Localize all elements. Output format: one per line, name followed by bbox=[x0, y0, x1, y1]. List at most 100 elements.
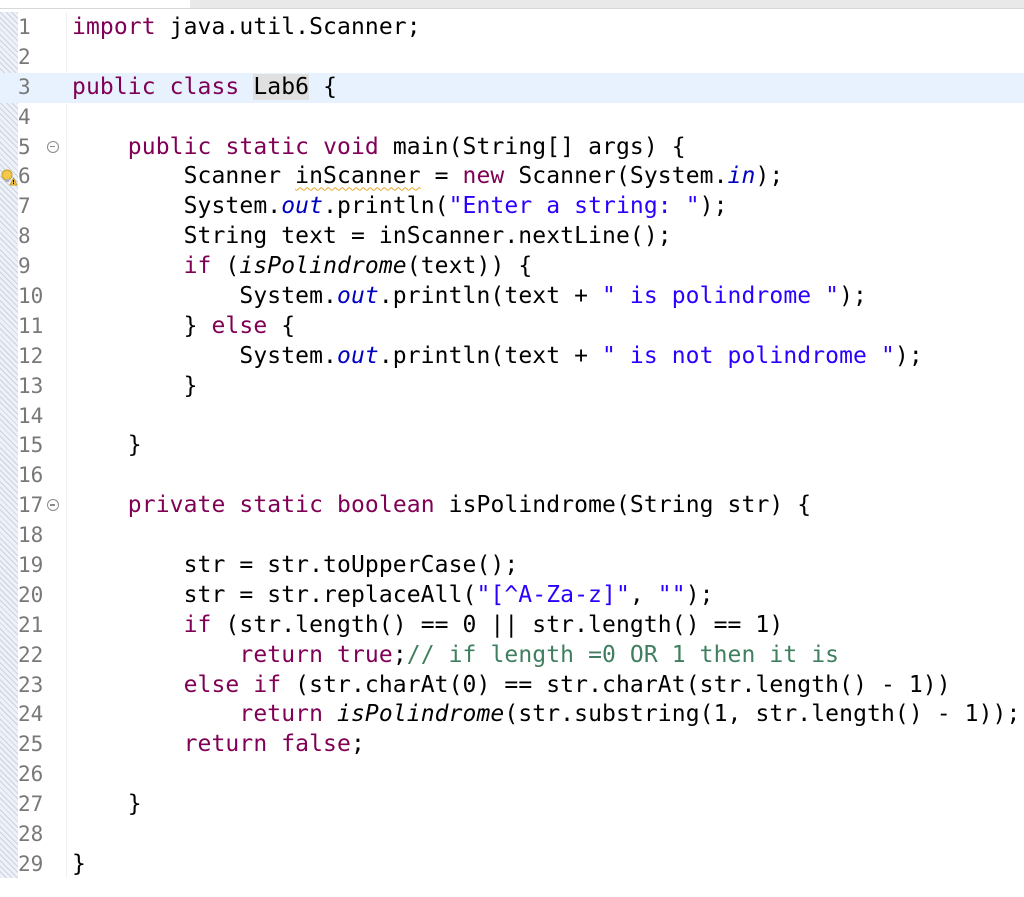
code-line[interactable]: 7 System.out.println("Enter a string: ")… bbox=[0, 192, 1024, 222]
code-token: (str.substring(1, str.length() - 1)); bbox=[504, 701, 1021, 728]
line-number: 14 bbox=[18, 403, 44, 428]
code-line[interactable]: 13 } bbox=[0, 372, 1024, 402]
line-number: 25 bbox=[18, 732, 44, 757]
fold-collapse-icon[interactable] bbox=[47, 499, 59, 512]
code-token: } bbox=[72, 432, 142, 459]
code-text[interactable]: else if (str.charAt(0) == str.charAt(str… bbox=[72, 671, 951, 701]
line-number: 23 bbox=[18, 672, 44, 697]
code-token: false bbox=[281, 731, 351, 758]
code-text[interactable]: System.out.println(text + " is not polin… bbox=[72, 342, 923, 372]
code-text[interactable]: String text = inScanner.nextLine(); bbox=[72, 222, 672, 252]
code-text[interactable]: Scanner inScanner = new Scanner(System.i… bbox=[72, 162, 784, 192]
code-text[interactable]: System.out.println("Enter a string: "); bbox=[72, 192, 728, 222]
code-token: String text = inScanner.nextLine(); bbox=[72, 223, 672, 250]
code-token: } bbox=[72, 791, 142, 818]
code-line[interactable]: 3 public class Lab6 { bbox=[0, 72, 1024, 103]
code-editor[interactable]: 1 import java.util.Scanner; 2 3 public class… bbox=[0, 0, 1024, 897]
code-line[interactable]: 9 if (isPolindrome(text)) { bbox=[0, 252, 1024, 282]
code-line[interactable]: 27 } bbox=[0, 790, 1024, 820]
code-token: boolean bbox=[337, 492, 435, 519]
code-text[interactable]: str = str.replaceAll("[^A-Za-z]", ""); bbox=[72, 581, 714, 611]
code-line[interactable]: 21 if (str.length() == 0 || str.length()… bbox=[0, 611, 1024, 641]
line-number: 3 bbox=[18, 74, 31, 99]
editor-top-border bbox=[0, 0, 1024, 9]
code-text[interactable]: private static boolean isPolindrome(Stri… bbox=[72, 491, 811, 521]
code-line[interactable]: 12 System.out.println(text + " is not po… bbox=[0, 342, 1024, 372]
code-line[interactable]: 25 return false; bbox=[0, 730, 1024, 760]
code-line[interactable]: 22 return true;// if length =0 OR 1 then… bbox=[0, 641, 1024, 671]
code-token: { bbox=[267, 312, 296, 339]
line-number: 2 bbox=[18, 44, 31, 69]
code-text[interactable]: return isPolindrome(str.substring(1, str… bbox=[72, 700, 1020, 730]
line-number: 6 bbox=[18, 164, 31, 189]
code-token: } bbox=[72, 372, 198, 399]
code-token: Scanner(System. bbox=[504, 163, 728, 190]
code-token: new bbox=[462, 163, 505, 190]
code-line[interactable]: 16 bbox=[0, 461, 1024, 491]
line-number: 8 bbox=[18, 224, 31, 249]
code-text[interactable]: return true;// if length =0 OR 1 then it… bbox=[72, 641, 839, 671]
code-text[interactable]: str = str.toUpperCase(); bbox=[72, 551, 519, 581]
code-text[interactable]: } else { bbox=[72, 312, 296, 342]
line-number: 11 bbox=[18, 313, 44, 338]
code-line[interactable]: 18 bbox=[0, 521, 1024, 551]
code-text[interactable]: import java.util.Scanner; bbox=[72, 13, 421, 43]
code-line[interactable]: 15 } bbox=[0, 431, 1024, 461]
code-line[interactable]: 20 str = str.replaceAll("[^A-Za-z]", "")… bbox=[0, 581, 1024, 611]
code-token: out bbox=[337, 283, 379, 310]
code-text[interactable]: } bbox=[72, 790, 142, 820]
line-number: 7 bbox=[18, 194, 31, 219]
code-line[interactable]: 24 return isPolindrome(str.substring(1, … bbox=[0, 700, 1024, 730]
fold-collapse-icon[interactable] bbox=[47, 140, 59, 153]
code-token: out bbox=[281, 193, 324, 220]
code-token: isPolindrome(String str) { bbox=[434, 492, 812, 519]
code-token: ); bbox=[685, 581, 714, 608]
code-text[interactable]: public class Lab6 { bbox=[72, 73, 337, 103]
code-text[interactable]: System.out.println(text + " is polindrom… bbox=[72, 282, 867, 312]
code-text[interactable]: } bbox=[72, 850, 86, 880]
line-number: 4 bbox=[18, 104, 31, 129]
code-text[interactable]: if (isPolindrome(text)) { bbox=[72, 252, 533, 282]
code-line[interactable]: 10 System.out.println(text + " is polind… bbox=[0, 282, 1024, 312]
code-token: else bbox=[211, 312, 268, 339]
code-token: .println( bbox=[323, 193, 449, 220]
code-line[interactable]: 28 bbox=[0, 820, 1024, 850]
code-text[interactable]: } bbox=[72, 431, 142, 461]
lightbulb-warning-icon[interactable] bbox=[0, 168, 18, 186]
code-token: (text)) { bbox=[406, 253, 533, 280]
line-number: 24 bbox=[18, 702, 44, 727]
line-number: 29 bbox=[18, 851, 44, 876]
code-line[interactable]: 5 public static void main(String[] args)… bbox=[0, 133, 1024, 163]
code-token: Scanner bbox=[72, 163, 296, 190]
code-token: import bbox=[72, 14, 170, 40]
code-text[interactable]: if (str.length() == 0 || str.length() ==… bbox=[72, 611, 784, 641]
editor-tab-strip bbox=[190, 0, 1024, 8]
code-line[interactable]: 8 String text = inScanner.nextLine(); bbox=[0, 222, 1024, 252]
code-line[interactable]: 11 } else { bbox=[0, 312, 1024, 342]
code-line[interactable]: 2 bbox=[0, 43, 1024, 73]
code-token: ); bbox=[755, 163, 784, 190]
code-token: " is polindrome " bbox=[602, 283, 840, 310]
code-line[interactable]: 26 bbox=[0, 760, 1024, 790]
code-text[interactable]: public static void main(String[] args) { bbox=[72, 133, 686, 163]
code-line[interactable]: 1 import java.util.Scanner; bbox=[0, 13, 1024, 43]
code-token: ( bbox=[211, 253, 240, 280]
code-token: Lab6 bbox=[253, 73, 310, 100]
code-text[interactable]: return false; bbox=[72, 730, 365, 760]
code-token: .println(text + bbox=[378, 283, 602, 310]
code-line[interactable]: 29} bbox=[0, 850, 1024, 880]
code-line[interactable]: 17 private static boolean isPolindrome(S… bbox=[0, 491, 1024, 521]
code-line[interactable]: 19 str = str.toUpperCase(); bbox=[0, 551, 1024, 581]
code-text[interactable]: } bbox=[72, 372, 198, 402]
code-line[interactable]: 6 Scanner inScanner = new Scanner(System… bbox=[0, 162, 1024, 192]
code-line[interactable]: 4 bbox=[0, 103, 1024, 133]
code-token: str = str.toUpperCase(); bbox=[72, 552, 519, 579]
code-line[interactable]: 14 bbox=[0, 402, 1024, 432]
code-lines[interactable]: 1 import java.util.Scanner; 2 3 public class… bbox=[0, 13, 1024, 880]
code-line[interactable]: 23 else if (str.charAt(0) == str.charAt(… bbox=[0, 671, 1024, 701]
